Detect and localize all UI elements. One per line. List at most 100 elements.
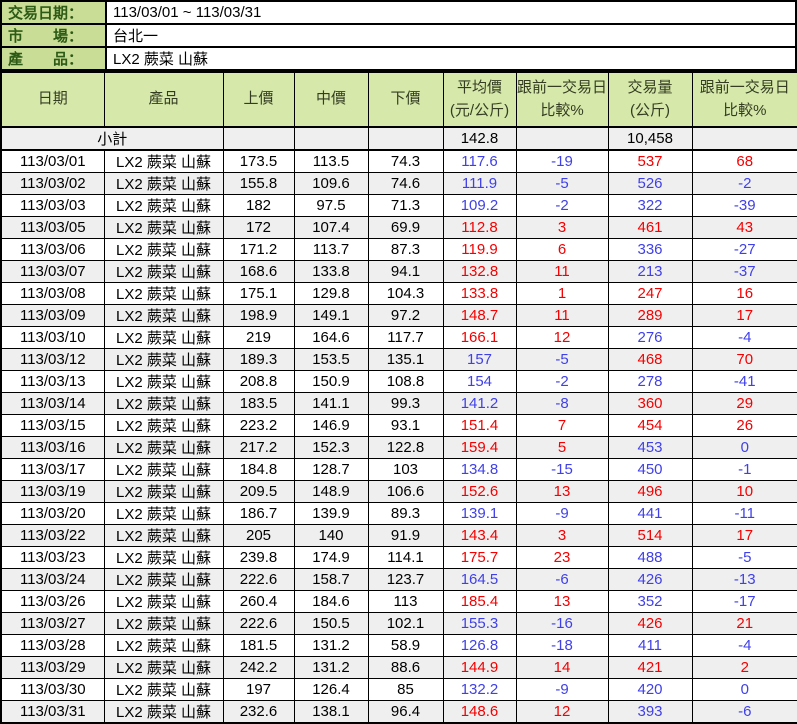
product-label: 產 品： [0,46,107,71]
avg-change-cell: -15 [515,458,609,481]
date-cell: 113/03/13 [0,370,105,393]
avg-change-cell: -19 [515,149,609,173]
avg-price-cell: 133.8 [442,282,517,305]
avg-change-cell: -8 [515,392,609,415]
avg-price-cell: 175.7 [442,546,517,569]
volume-cell: 426 [607,568,693,591]
table-row: 113/03/24 LX2 蕨菜 山蘇 222.6 158.7 123.7 164.5 -6… [0,568,797,591]
low-price-cell: 123.7 [367,568,444,591]
avg-change-cell: -2 [515,194,609,217]
volume-cell: 276 [607,326,693,349]
table-row: 113/03/12 LX2 蕨菜 山蘇 189.3 153.5 135.1 157 -5 46… [0,348,797,371]
date-cell: 113/03/27 [0,612,105,635]
date-cell: 113/03/29 [0,656,105,679]
volume-cell: 336 [607,238,693,261]
product-cell: LX2 蕨菜 山蘇 [103,458,224,481]
low-price-cell: 58.9 [367,634,444,657]
volume-cell: 461 [607,216,693,239]
low-price-cell: 74.3 [367,149,444,173]
avg-price-cell: 117.6 [442,149,517,173]
info-row-product: 產 品： LX2 蕨菜 山蘇 [0,46,797,71]
mid-price-cell: 107.4 [293,216,369,239]
volume-change-cell: 10 [691,480,797,503]
avg-change-cell: 1 [515,282,609,305]
mid-price-cell: 126.4 [293,678,369,701]
mid-price-cell: 139.9 [293,502,369,525]
date-cell: 113/03/30 [0,678,105,701]
avg-change-cell: -16 [515,612,609,635]
date-cell: 113/03/14 [0,392,105,415]
info-row-market: 市 場： 台北一 [0,23,797,48]
date-cell: 113/03/19 [0,480,105,503]
avg-change-cell: 3 [515,216,609,239]
subtotal-empty-avg-change [515,126,609,151]
volume-change-cell: 16 [691,282,797,305]
high-price-cell: 222.6 [222,612,295,635]
avg-price-cell: 164.5 [442,568,517,591]
product-cell: LX2 蕨菜 山蘇 [103,194,224,217]
volume-change-cell: 21 [691,612,797,635]
date-cell: 113/03/06 [0,238,105,261]
date-cell: 113/03/10 [0,326,105,349]
product-cell: LX2 蕨菜 山蘇 [103,656,224,679]
table-row: 113/03/16 LX2 蕨菜 山蘇 217.2 152.3 122.8 159.4 5 4… [0,436,797,459]
volume-cell: 526 [607,172,693,195]
volume-change-cell: -27 [691,238,797,261]
date-cell: 113/03/17 [0,458,105,481]
high-price-cell: 219 [222,326,295,349]
volume-cell: 537 [607,149,693,173]
low-price-cell: 97.2 [367,304,444,327]
low-price-cell: 102.1 [367,612,444,635]
table-row: 113/03/15 LX2 蕨菜 山蘇 223.2 146.9 93.1 151.4 7 45… [0,414,797,437]
volume-cell: 420 [607,678,693,701]
table-row: 113/03/06 LX2 蕨菜 山蘇 171.2 113.7 87.3 119.9 6 33… [0,238,797,261]
avg-price-cell: 155.3 [442,612,517,635]
date-cell: 113/03/26 [0,590,105,613]
avg-change-cell: 12 [515,700,609,724]
date-cell: 113/03/22 [0,524,105,547]
table-row: 113/03/09 LX2 蕨菜 山蘇 198.9 149.1 97.2 148.7 11 2… [0,304,797,327]
subtotal-empty-high [222,126,295,151]
volume-cell: 454 [607,414,693,437]
high-price-cell: 198.9 [222,304,295,327]
mid-price-cell: 148.9 [293,480,369,503]
subtotal-empty-low [367,126,444,151]
high-price-cell: 239.8 [222,546,295,569]
high-price-cell: 182 [222,194,295,217]
mid-price-cell: 131.2 [293,656,369,679]
table-row: 113/03/23 LX2 蕨菜 山蘇 239.8 174.9 114.1 175.7 23… [0,546,797,569]
high-price-cell: 197 [222,678,295,701]
low-price-cell: 113 [367,590,444,613]
product-cell: LX2 蕨菜 山蘇 [103,348,224,371]
high-price-cell: 184.8 [222,458,295,481]
high-price-cell: 232.6 [222,700,295,724]
mid-price-cell: 149.1 [293,304,369,327]
avg-change-cell: 11 [515,260,609,283]
table-row: 113/03/28 LX2 蕨菜 山蘇 181.5 131.2 58.9 126.8 -18… [0,634,797,657]
volume-change-cell: -4 [691,634,797,657]
mid-price-cell: 141.1 [293,392,369,415]
low-price-cell: 135.1 [367,348,444,371]
low-price-cell: 106.6 [367,480,444,503]
high-price-cell: 217.2 [222,436,295,459]
mid-price-cell: 158.7 [293,568,369,591]
high-price-cell: 173.5 [222,149,295,173]
avg-price-cell: 157 [442,348,517,371]
volume-change-cell: -6 [691,700,797,724]
low-price-cell: 103 [367,458,444,481]
product-cell: LX2 蕨菜 山蘇 [103,700,224,724]
mid-price-cell: 152.3 [293,436,369,459]
avg-change-cell: 13 [515,590,609,613]
low-price-cell: 74.6 [367,172,444,195]
volume-change-cell: -39 [691,194,797,217]
volume-cell: 496 [607,480,693,503]
low-price-cell: 71.3 [367,194,444,217]
avg-change-cell: 5 [515,436,609,459]
date-cell: 113/03/09 [0,304,105,327]
volume-change-cell: 29 [691,392,797,415]
low-price-cell: 114.1 [367,546,444,569]
volume-cell: 450 [607,458,693,481]
mid-price-cell: 129.8 [293,282,369,305]
volume-cell: 278 [607,370,693,393]
table-row: 113/03/05 LX2 蕨菜 山蘇 172 107.4 69.9 112.8 3 461 4… [0,216,797,239]
